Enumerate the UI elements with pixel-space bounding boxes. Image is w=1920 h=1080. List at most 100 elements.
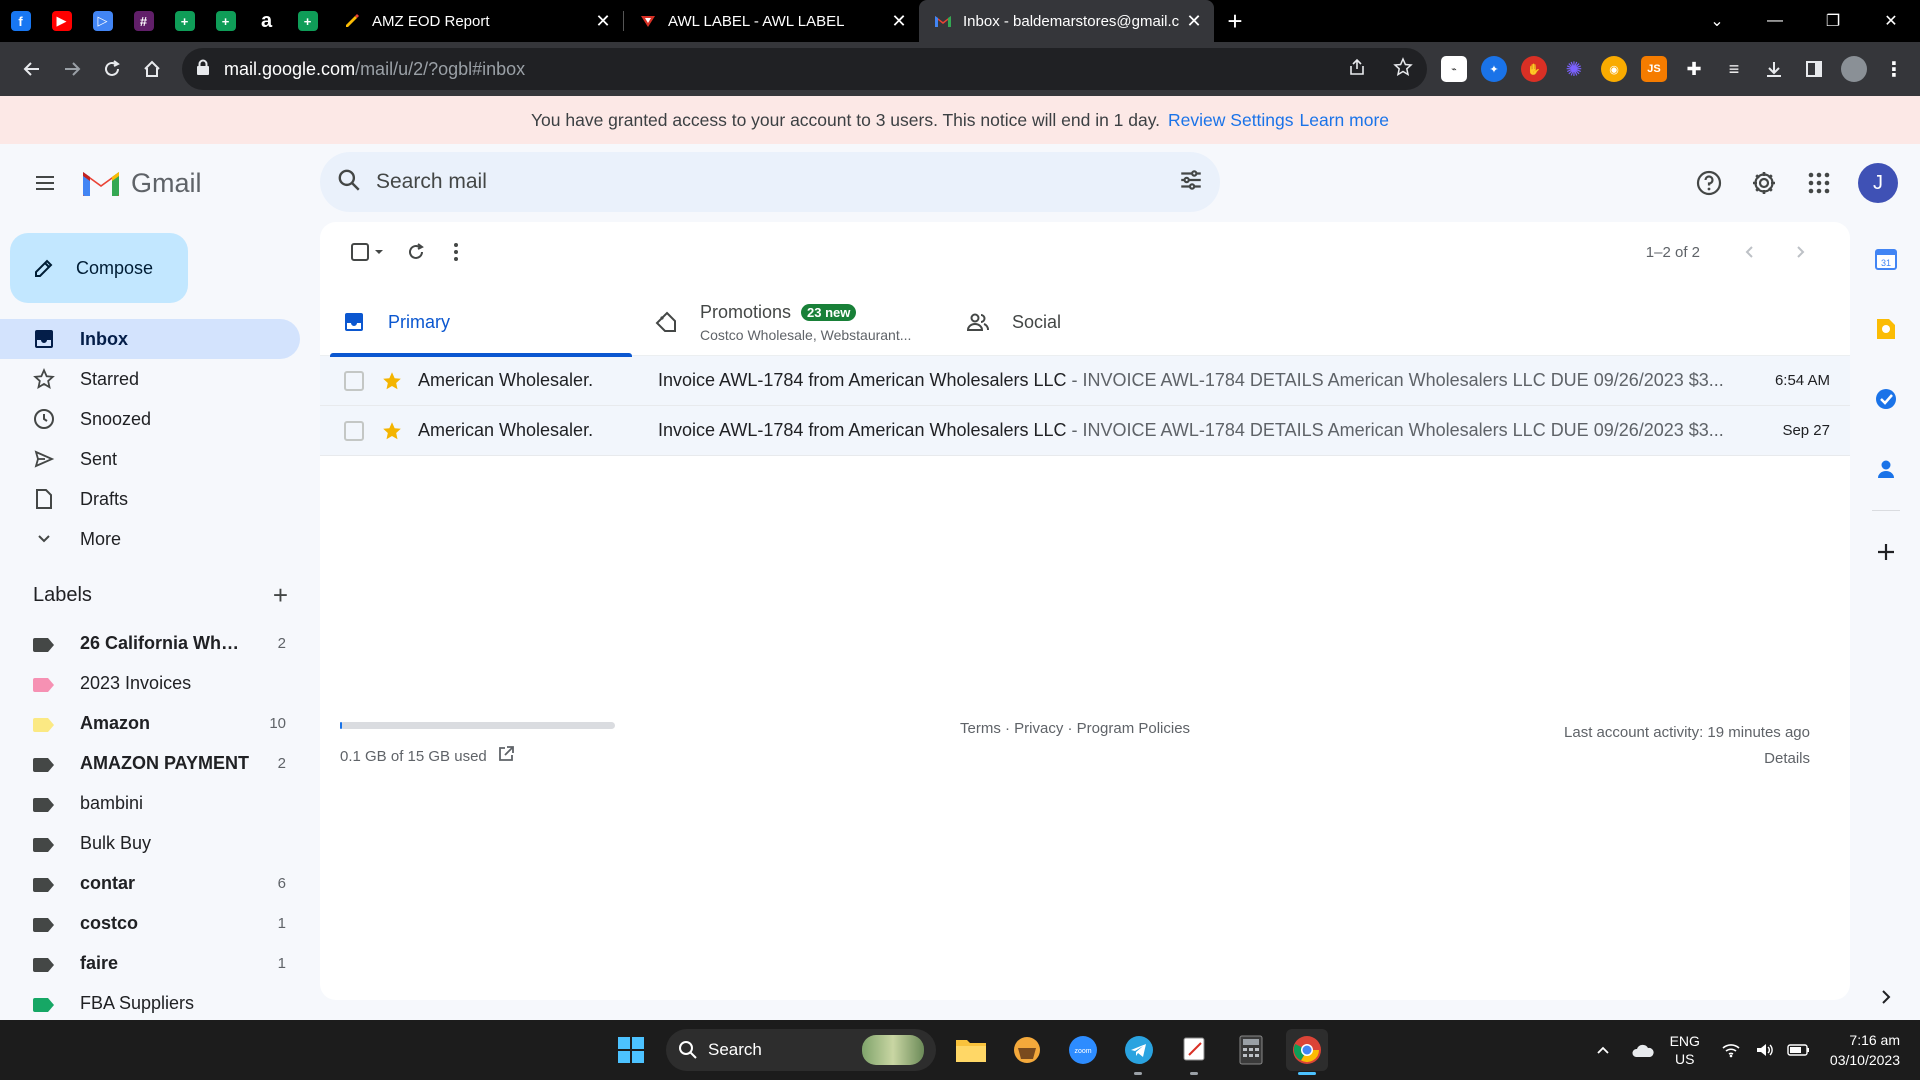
- account-avatar[interactable]: J: [1858, 163, 1898, 203]
- get-addons-button[interactable]: [1852, 517, 1920, 587]
- search-icon[interactable]: [336, 167, 362, 198]
- newer-button[interactable]: [1780, 232, 1820, 272]
- refresh-button[interactable]: [396, 232, 436, 272]
- older-button[interactable]: [1730, 232, 1770, 272]
- main-menu-button[interactable]: [21, 159, 69, 207]
- review-settings-link[interactable]: Review Settings: [1168, 110, 1293, 131]
- telegram-app[interactable]: [1118, 1029, 1160, 1075]
- label-item[interactable]: AMAZON PAYMENT 2: [0, 743, 300, 783]
- label-item[interactable]: contar 6: [0, 863, 300, 903]
- select-all-checkbox[interactable]: [340, 232, 396, 272]
- home-button[interactable]: [132, 49, 172, 89]
- compose-button[interactable]: Compose: [10, 233, 188, 303]
- help-button[interactable]: [1685, 159, 1733, 207]
- learn-more-link[interactable]: Learn more: [1300, 110, 1390, 131]
- side-panel-icon[interactable]: [1801, 56, 1827, 82]
- tasks-app-button[interactable]: [1852, 364, 1920, 434]
- address-bar[interactable]: mail.google.com/mail/u/2/?ogbl#inbox: [182, 48, 1427, 90]
- calculator-app[interactable]: [1230, 1029, 1272, 1071]
- basket-app[interactable]: [1006, 1029, 1048, 1071]
- extension-icon[interactable]: ◉: [1601, 56, 1627, 82]
- details-link[interactable]: Details: [1564, 746, 1810, 772]
- download-icon[interactable]: [1761, 56, 1787, 82]
- close-icon[interactable]: ✕: [593, 11, 613, 31]
- tab-social[interactable]: Social: [944, 288, 1256, 356]
- show-hidden-icons-button[interactable]: [1588, 1045, 1618, 1055]
- slack-tab[interactable]: #: [123, 0, 164, 42]
- label-item[interactable]: 26 California Whol... 2: [0, 623, 300, 663]
- sheets-tab-2[interactable]: +: [205, 0, 246, 42]
- extension-icon[interactable]: JS: [1641, 56, 1667, 82]
- browser-tab-gmail[interactable]: Inbox - baldemarstores@gmail.c ✕: [919, 0, 1214, 42]
- add-label-button[interactable]: +: [273, 580, 288, 611]
- star-icon[interactable]: [380, 369, 404, 393]
- close-icon[interactable]: ✕: [1184, 11, 1204, 31]
- calendar-app-button[interactable]: 31: [1852, 224, 1920, 294]
- profile-avatar[interactable]: [1841, 56, 1867, 82]
- contacts-app-button[interactable]: [1852, 434, 1920, 504]
- minimize-button[interactable]: —: [1746, 0, 1804, 42]
- sidebar-item-sent[interactable]: Sent: [0, 439, 300, 479]
- wifi-icon[interactable]: [1716, 1042, 1746, 1058]
- volume-icon[interactable]: [1750, 1042, 1780, 1058]
- share-icon[interactable]: [1347, 57, 1367, 82]
- chrome-app[interactable]: [1286, 1029, 1328, 1075]
- label-item[interactable]: bambini: [0, 783, 300, 823]
- input-language[interactable]: ENG US: [1670, 1032, 1700, 1068]
- reload-button[interactable]: [92, 49, 132, 89]
- clock[interactable]: 7:16 am 03/10/2023: [1830, 1030, 1900, 1070]
- bookmark-star-icon[interactable]: [1393, 56, 1413, 82]
- gmail-logo[interactable]: Gmail: [81, 168, 202, 199]
- file-explorer-app[interactable]: [950, 1029, 992, 1071]
- snipping-tool-app[interactable]: [1174, 1029, 1216, 1075]
- search-options-icon[interactable]: [1178, 167, 1204, 198]
- zoom-app[interactable]: zoom: [1062, 1029, 1104, 1071]
- sidebar-item-drafts[interactable]: Drafts: [0, 479, 300, 519]
- new-tab-button[interactable]: +: [1214, 0, 1256, 42]
- sidebar-item-more[interactable]: More: [0, 519, 300, 559]
- terms-links[interactable]: Terms · Privacy · Program Policies: [960, 720, 1190, 737]
- tab-search-icon[interactable]: ⌄: [1688, 0, 1746, 42]
- sheets-tab-1[interactable]: +: [164, 0, 205, 42]
- extension-icon[interactable]: ✦: [1481, 56, 1507, 82]
- stop-hand-icon[interactable]: ✋: [1521, 56, 1547, 82]
- lock-icon[interactable]: [196, 59, 210, 80]
- back-button[interactable]: [12, 49, 52, 89]
- tab-primary[interactable]: Primary: [320, 288, 632, 357]
- media-queue-icon[interactable]: ≡: [1721, 56, 1747, 82]
- search-input[interactable]: [376, 170, 1178, 194]
- youtube-tab[interactable]: ▶: [41, 0, 82, 42]
- extension-icon[interactable]: ✺: [1561, 56, 1587, 82]
- keep-app-button[interactable]: [1852, 294, 1920, 364]
- taskbar-search[interactable]: Search: [666, 1029, 936, 1071]
- star-icon[interactable]: [380, 419, 404, 443]
- row-checkbox[interactable]: [344, 420, 364, 441]
- close-icon[interactable]: ✕: [889, 11, 909, 31]
- kebab-menu-icon[interactable]: ⋮: [1881, 56, 1907, 82]
- open-external-icon[interactable]: [497, 745, 515, 767]
- facebook-tab[interactable]: f: [0, 0, 41, 42]
- restore-button[interactable]: ❐: [1804, 0, 1862, 42]
- label-item[interactable]: Amazon 10: [0, 703, 300, 743]
- search-bar[interactable]: [320, 152, 1220, 212]
- amazon-tab[interactable]: a: [246, 0, 287, 42]
- browser-tab-awl-label[interactable]: AWL LABEL - AWL LABEL ✕: [624, 0, 919, 42]
- forward-button[interactable]: [52, 49, 92, 89]
- email-row[interactable]: American Wholesaler. Invoice AWL-1784 fro…: [320, 406, 1850, 456]
- label-item[interactable]: FBA Suppliers: [0, 983, 300, 1020]
- settings-button[interactable]: [1740, 159, 1788, 207]
- label-item[interactable]: faire 1: [0, 943, 300, 983]
- extension-icon[interactable]: ⌁: [1441, 56, 1467, 82]
- label-item[interactable]: costco 1: [0, 903, 300, 943]
- onedrive-icon[interactable]: [1628, 1042, 1658, 1058]
- apps-button[interactable]: [1795, 159, 1843, 207]
- label-item[interactable]: 2023 Invoices: [0, 663, 300, 703]
- tab-promotions[interactable]: Promotions 23 new Costco Wholesale, Webs…: [632, 288, 944, 356]
- puzzle-icon[interactable]: ✚: [1681, 56, 1707, 82]
- browser-tab-amz-eod[interactable]: AMZ EOD Report ✕: [328, 0, 623, 42]
- battery-icon[interactable]: [1784, 1043, 1814, 1057]
- sidebar-item-snoozed[interactable]: Snoozed: [0, 399, 300, 439]
- sidebar-item-starred[interactable]: Starred: [0, 359, 300, 399]
- email-row[interactable]: American Wholesaler. Invoice AWL-1784 fro…: [320, 356, 1850, 406]
- row-checkbox[interactable]: [344, 370, 364, 391]
